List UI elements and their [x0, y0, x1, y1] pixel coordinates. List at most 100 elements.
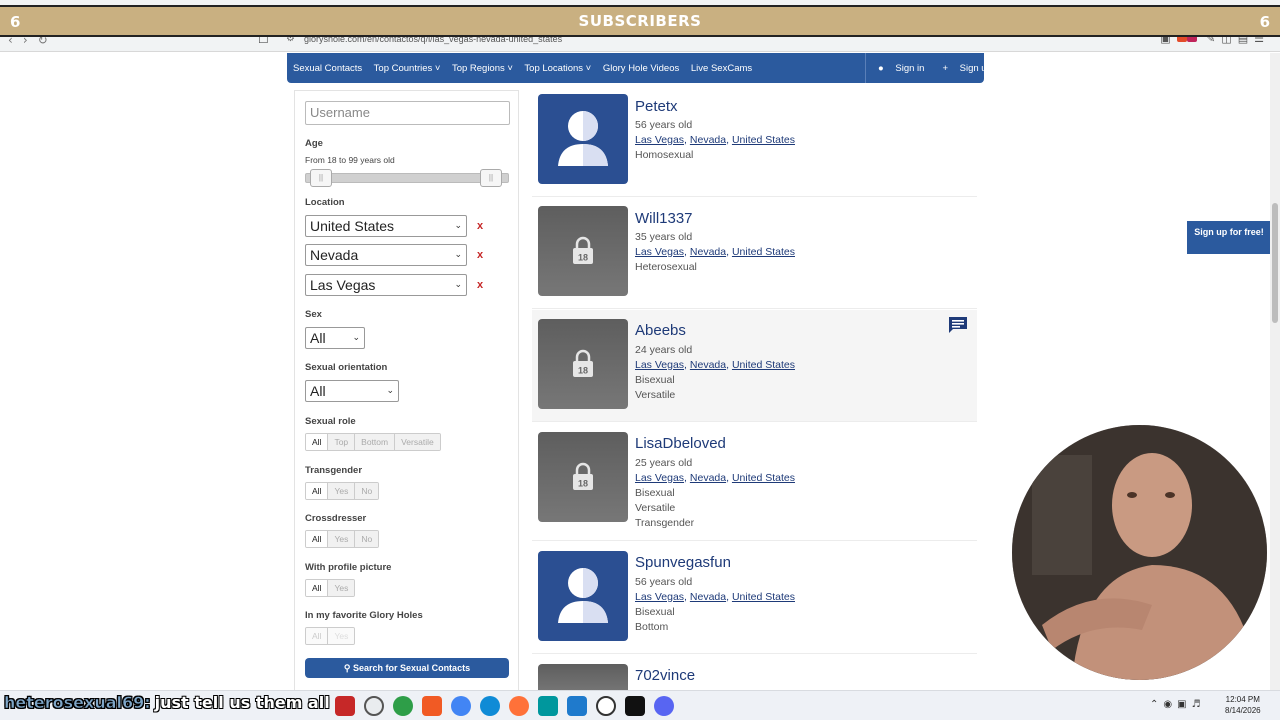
username-input[interactable]: Username — [305, 101, 510, 125]
clock[interactable]: 12:04 PM 8/14/2026 — [1225, 694, 1261, 716]
adult-lock-icon: 18 — [573, 349, 593, 377]
contact-name[interactable]: Petetx — [635, 98, 678, 115]
edge-icon[interactable] — [480, 696, 500, 716]
result-card[interactable]: 18 Will1337 35 years old Las Vegas, Neva… — [532, 198, 977, 309]
openai-icon[interactable] — [596, 696, 616, 716]
avatar[interactable]: 18 — [538, 319, 628, 409]
contact-name[interactable]: Spunvegasfun — [635, 554, 731, 571]
age-max-handle[interactable]: || — [480, 169, 502, 187]
floating-signup-button[interactable]: Sign up for free! — [1187, 221, 1271, 254]
city-link[interactable]: Las Vegas — [635, 472, 684, 484]
avatar[interactable]: 18 — [538, 432, 628, 522]
crossdresser-all-button[interactable]: All — [306, 531, 329, 547]
remove-country-button[interactable]: x — [477, 220, 483, 232]
region-link[interactable]: Nevada — [690, 591, 726, 603]
firefox-icon[interactable] — [509, 696, 529, 716]
contact-orientation: Bisexual — [635, 487, 675, 499]
contact-name[interactable]: 702vince — [635, 667, 695, 684]
location-separator: , — [726, 472, 730, 484]
remove-region-button[interactable]: x — [477, 249, 483, 261]
nav-top-locations[interactable]: Top Locations ˅ — [524, 63, 591, 74]
region-select[interactable]: Nevada ⌄ — [305, 244, 467, 266]
contact-name[interactable]: LisaDbeloved — [635, 435, 726, 452]
speaker-icon[interactable]: ♬ — [1192, 699, 1206, 710]
nav-sexual-contacts[interactable]: Sexual Contacts — [293, 63, 362, 74]
role-versatile-button[interactable]: Versatile — [395, 434, 440, 450]
clock-date: 8/14/2026 — [1225, 706, 1261, 715]
country-link[interactable]: United States — [732, 246, 795, 258]
green-browser-icon[interactable] — [393, 696, 413, 716]
tiktok-icon[interactable] — [625, 696, 645, 716]
country-link[interactable]: United States — [732, 359, 795, 371]
message-icon[interactable] — [948, 316, 968, 334]
country-link[interactable]: United States — [732, 591, 795, 603]
role-bottom-button[interactable]: Bottom — [355, 434, 396, 450]
orientation-value: All — [310, 383, 326, 399]
chevron-down-icon: ⌄ — [352, 332, 360, 342]
crossdresser-no-button[interactable]: No — [355, 531, 379, 547]
age-slider-track[interactable] — [305, 173, 509, 183]
city-link[interactable]: Las Vegas — [635, 246, 684, 258]
network-icon[interactable]: ▣ — [1177, 699, 1191, 710]
country-link[interactable]: United States — [732, 134, 795, 146]
search-button[interactable]: ⚲ Search for Sexual Contacts — [305, 658, 509, 678]
subscribers-banner: 6 SUBSCRIBERS 6 — [0, 5, 1280, 37]
arduino-icon[interactable] — [538, 696, 558, 716]
age-min-handle[interactable]: || — [310, 169, 332, 187]
vscode-icon[interactable] — [567, 696, 587, 716]
result-card[interactable]: 702vince — [532, 655, 977, 695]
city-select[interactable]: Las Vegas ⌄ — [305, 274, 467, 296]
obs-icon[interactable] — [364, 696, 384, 716]
nav-live-sexcams[interactable]: Live SexCams — [691, 63, 752, 74]
transgender-no-button[interactable]: No — [355, 483, 379, 499]
country-select[interactable]: United States ⌄ — [305, 215, 467, 237]
chrome-icon[interactable] — [451, 696, 471, 716]
result-card[interactable]: 18 Abeebs 24 years old Las Vegas, Nevada… — [532, 310, 977, 422]
region-link[interactable]: Nevada — [690, 472, 726, 484]
city-link[interactable]: Las Vegas — [635, 359, 684, 371]
microphone-icon[interactable]: ◉ — [1163, 699, 1177, 710]
page-scrollbar[interactable] — [1270, 53, 1280, 690]
scrollbar-thumb[interactable] — [1272, 203, 1278, 323]
city-link[interactable]: Las Vegas — [635, 134, 684, 146]
picture-all-button[interactable]: All — [306, 580, 329, 596]
contact-name[interactable]: Abeebs — [635, 322, 686, 339]
transgender-group: All Yes No — [305, 482, 380, 500]
result-card[interactable]: 18 LisaDbeloved 25 years old Las Vegas, … — [532, 423, 977, 541]
result-card[interactable]: Spunvegasfun 56 years old Las Vegas, Nev… — [532, 542, 977, 654]
picture-yes-button[interactable]: Yes — [328, 580, 355, 596]
sign-in-link[interactable]: ● Sign in — [878, 63, 933, 74]
nav-glory-hole-videos[interactable]: Glory Hole Videos — [603, 63, 679, 74]
region-link[interactable]: Nevada — [690, 134, 726, 146]
contact-location: Las Vegas, Nevada, United States — [635, 246, 795, 258]
profile-picture-group: All Yes — [305, 579, 356, 597]
contact-location: Las Vegas, Nevada, United States — [635, 134, 795, 146]
orientation-label: Sexual orientation — [305, 362, 388, 373]
avatar[interactable] — [538, 551, 628, 641]
city-link[interactable]: Las Vegas — [635, 591, 684, 603]
crossdresser-yes-button[interactable]: Yes — [328, 531, 356, 547]
region-link[interactable]: Nevada — [690, 246, 726, 258]
nav-top-countries[interactable]: Top Countries ˅ — [374, 63, 441, 74]
avatar[interactable] — [538, 94, 628, 184]
brave-icon[interactable] — [422, 696, 442, 716]
role-all-button[interactable]: All — [306, 434, 329, 450]
app-red-icon[interactable] — [335, 696, 355, 716]
sex-select[interactable]: All ⌄ — [305, 327, 365, 349]
sign-up-link[interactable]: + Sign up — [942, 63, 1000, 74]
discord-icon[interactable] — [654, 696, 674, 716]
tray-chevron-icon[interactable]: ⌃ — [1150, 699, 1163, 710]
remove-city-button[interactable]: x — [477, 279, 483, 291]
orientation-select[interactable]: All ⌄ — [305, 380, 399, 402]
region-link[interactable]: Nevada — [690, 359, 726, 371]
nav-top-regions[interactable]: Top Regions ˅ — [452, 63, 513, 74]
country-link[interactable]: United States — [732, 472, 795, 484]
avatar[interactable]: 18 — [538, 206, 628, 296]
transgender-all-button[interactable]: All — [306, 483, 329, 499]
result-card[interactable]: Petetx 56 years old Las Vegas, Nevada, U… — [532, 86, 977, 197]
role-top-button[interactable]: Top — [328, 434, 356, 450]
system-tray: ⌃◉▣♬ — [1150, 699, 1206, 710]
contact-name[interactable]: Will1337 — [635, 210, 693, 227]
transgender-yes-button[interactable]: Yes — [328, 483, 356, 499]
taskbar-apps — [335, 696, 674, 716]
